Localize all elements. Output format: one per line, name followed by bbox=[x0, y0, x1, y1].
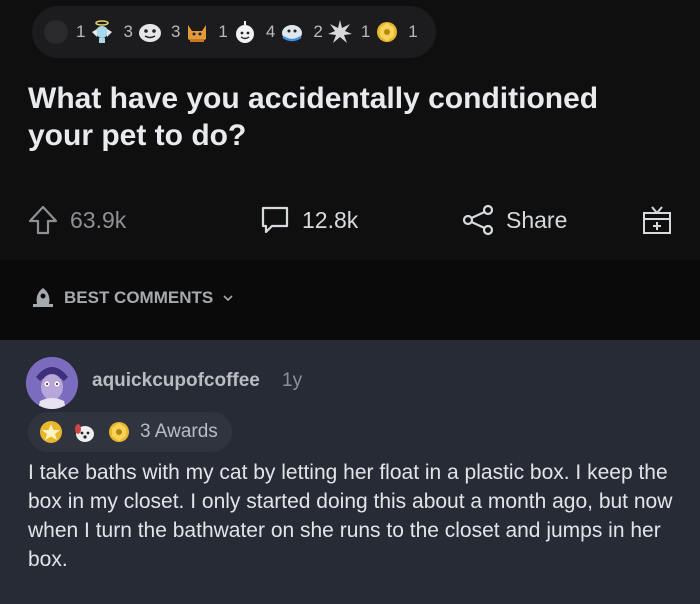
rocket-icon bbox=[33, 288, 53, 307]
comment-container: aquickcupofcoffee 1y 3 Awards I take bat… bbox=[0, 340, 700, 604]
sort-label: BEST COMMENTS bbox=[64, 288, 214, 307]
award-item: 3 bbox=[171, 19, 210, 45]
award-count: 1 bbox=[218, 22, 228, 41]
award-count: 1 bbox=[360, 22, 371, 41]
helpful-icon bbox=[40, 421, 62, 443]
share-icon bbox=[462, 204, 494, 236]
awards-count-label: 3 Awards bbox=[140, 421, 218, 442]
avatar[interactable] bbox=[26, 357, 78, 409]
sort-dropdown[interactable]: BEST COMMENTS bbox=[30, 286, 235, 310]
comment-bubble-icon bbox=[261, 206, 289, 234]
award-count: 2 bbox=[313, 22, 323, 41]
award-count: 3 bbox=[170, 22, 181, 41]
award-item: 4 bbox=[266, 19, 305, 45]
comment-count: 12.8k bbox=[302, 206, 359, 233]
starburst-icon bbox=[327, 20, 352, 43]
award-button[interactable] bbox=[640, 196, 674, 244]
award-item: 1 bbox=[408, 22, 417, 42]
dog-icon bbox=[75, 424, 94, 442]
post-awards-bar[interactable]: 1 3 3 1 4 2 1 1 bbox=[32, 6, 436, 58]
award-item: 1 bbox=[361, 19, 400, 45]
share-button[interactable]: Share bbox=[460, 196, 567, 244]
comment-age: 1y bbox=[282, 370, 303, 391]
award-count: 1 bbox=[76, 22, 86, 41]
gift-icon bbox=[643, 206, 671, 234]
gold-icon bbox=[109, 422, 129, 442]
upvote-button[interactable]: 63.9k bbox=[26, 196, 126, 244]
chevron-down-icon bbox=[223, 295, 233, 302]
cat-icon bbox=[188, 25, 207, 42]
award-count: 1 bbox=[408, 22, 418, 41]
angel-icon bbox=[92, 20, 113, 43]
comment-awards-bar[interactable]: 3 Awards bbox=[28, 412, 232, 452]
comment-body: I take baths with my cat by letting her … bbox=[28, 461, 673, 571]
award-item: 1 bbox=[218, 19, 257, 45]
post-actions-bar: 63.9k 12.8k Share bbox=[0, 196, 700, 244]
hug-icon bbox=[282, 25, 303, 42]
upvote-arrow-icon bbox=[28, 205, 58, 235]
award-item: 2 bbox=[313, 19, 352, 45]
post-title: What have you accidentally conditioned y… bbox=[28, 82, 599, 152]
gold-icon bbox=[377, 22, 398, 42]
award-dot-icon bbox=[44, 20, 68, 44]
award-item: 1 bbox=[76, 19, 115, 45]
award-count: 3 bbox=[123, 22, 133, 41]
upvote-count: 63.9k bbox=[70, 206, 127, 233]
comment-sort-bar: BEST COMMENTS bbox=[0, 260, 700, 340]
comment-username[interactable]: aquickcupofcoffee bbox=[92, 370, 260, 392]
wholesome-icon bbox=[235, 21, 254, 43]
post-container: 1 3 3 1 4 2 1 1 What have you accidental… bbox=[0, 0, 700, 340]
award-count: 4 bbox=[265, 22, 276, 41]
award-item: 3 bbox=[123, 19, 162, 45]
comments-button[interactable]: 12.8k bbox=[258, 196, 358, 244]
face-icon bbox=[138, 24, 161, 42]
avatar-image bbox=[26, 357, 78, 409]
share-label: Share bbox=[506, 206, 568, 233]
